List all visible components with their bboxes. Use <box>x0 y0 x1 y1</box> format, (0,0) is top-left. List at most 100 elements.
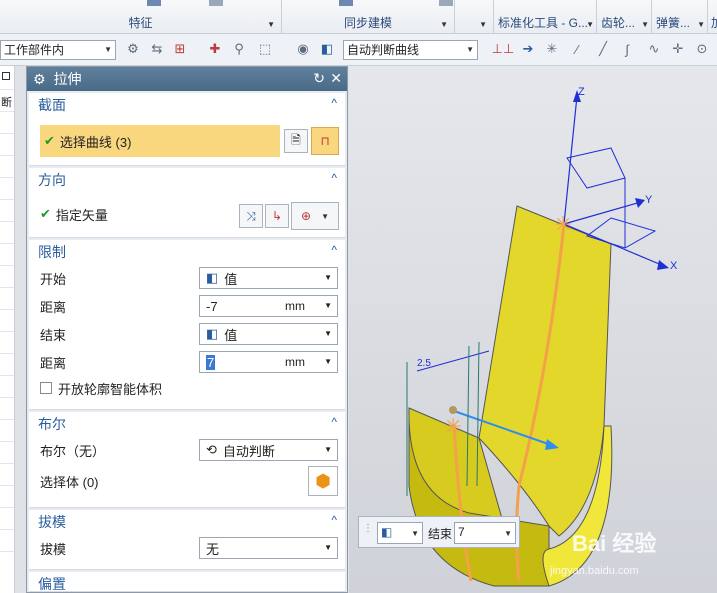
list-item[interactable] <box>0 420 14 442</box>
section-header[interactable]: 截面 ^ <box>29 93 345 117</box>
curve-select-button[interactable]: ⊓ <box>311 127 339 155</box>
collapse-icon[interactable]: ^ <box>331 96 337 110</box>
ribbon-group-standard-tools[interactable]: 标准化工具 - G... ▼ <box>494 0 597 34</box>
collapse-icon[interactable]: ^ <box>331 415 337 429</box>
draft-header[interactable]: 拔模 ^ <box>29 510 345 534</box>
list-item[interactable] <box>0 134 14 156</box>
slash-icon[interactable]: ╱ <box>594 40 612 58</box>
rectangle-select-icon[interactable]: ⬚ <box>256 40 274 58</box>
list-item[interactable] <box>0 178 14 200</box>
spline-icon[interactable]: ∿ <box>645 40 663 58</box>
curve-rule-select[interactable]: 自动判断曲线 ▼ <box>343 40 478 60</box>
ribbon-icon[interactable] <box>439 0 453 6</box>
handle-icon[interactable]: ✳ <box>444 415 462 440</box>
chevron-down-icon[interactable]: ▼ <box>324 357 332 366</box>
list-item[interactable] <box>0 156 14 178</box>
list-item[interactable] <box>0 530 14 552</box>
list-item[interactable] <box>0 354 14 376</box>
point-icon[interactable]: ✚ <box>206 40 224 58</box>
line-icon[interactable]: ∕ <box>568 40 586 58</box>
select-box-icon[interactable]: ⊞ <box>171 40 189 58</box>
chevron-down-icon[interactable]: ▼ <box>586 20 594 29</box>
list-item[interactable] <box>0 464 14 486</box>
open-profile-checkbox[interactable] <box>40 382 52 394</box>
snap-icon[interactable]: ⇆ <box>148 40 166 58</box>
dialog-titlebar[interactable]: ⚙ 拉伸 ↻ ✕ <box>27 67 347 91</box>
list-item[interactable] <box>0 442 14 464</box>
list-item[interactable] <box>0 310 14 332</box>
end-distance-input[interactable]: 7 mm ▼ <box>199 351 338 373</box>
chevron-down-icon[interactable]: ▼ <box>697 20 705 29</box>
chevron-down-icon[interactable]: ▼ <box>324 301 332 310</box>
part-main-face[interactable] <box>478 205 612 537</box>
ribbon-group-features[interactable]: ▼ 特征 <box>0 0 282 34</box>
open-profile-row[interactable]: 开放轮廓智能体积 <box>29 376 345 400</box>
crosshair-icon[interactable]: ✛ <box>669 40 687 58</box>
arrow-right-icon[interactable]: ➔ <box>519 40 537 58</box>
list-item[interactable] <box>0 244 14 266</box>
start-option-select[interactable]: ◧ 值 ▼ <box>199 267 338 289</box>
graphics-viewport[interactable]: ✳ ✳ Z Y X 2.5 <box>349 66 717 593</box>
checkbox-icon[interactable] <box>2 72 10 80</box>
vector-type-dropdown[interactable]: ⊕ ▼ <box>291 202 339 230</box>
ribbon-group-sync-modeling[interactable]: ▼ 同步建模 <box>282 0 455 34</box>
list-item[interactable] <box>0 288 14 310</box>
select-curve-row[interactable]: ✔ 选择曲线 (3) <box>40 125 280 157</box>
color-icon[interactable]: ◉ <box>294 40 312 58</box>
model-canvas[interactable]: ✳ ✳ <box>349 66 717 593</box>
list-item[interactable] <box>0 332 14 354</box>
drag-handle-icon[interactable]: ⋮ <box>363 523 373 534</box>
chevron-down-icon[interactable]: ▼ <box>479 20 487 29</box>
list-item[interactable] <box>0 266 14 288</box>
filter-icon[interactable]: ⚙ <box>124 40 142 58</box>
start-row: 开始 ◧ 值 ▼ <box>29 264 345 292</box>
list-item[interactable] <box>0 486 14 508</box>
collapse-icon[interactable]: ^ <box>331 171 337 185</box>
spin-icon[interactable]: ✳ <box>543 40 561 58</box>
chevron-down-icon[interactable]: ▼ <box>641 20 649 29</box>
end-value-input[interactable]: 7 ▼ <box>454 522 516 544</box>
curve-icon[interactable]: ∫ <box>618 40 636 58</box>
vector-icon: ↳ <box>271 209 283 223</box>
handle-icon[interactable]: ✳ <box>554 213 572 238</box>
ribbon-group-misc[interactable]: ▼ <box>455 0 494 34</box>
assembly-scope-select[interactable]: 工作部件内 ▼ <box>0 40 116 60</box>
sketch-section-button[interactable]: 🗎 <box>284 129 308 153</box>
end-option-select[interactable]: ◧ 值 ▼ <box>199 323 338 345</box>
close-icon[interactable]: ✕ <box>330 70 342 87</box>
gear-icon[interactable]: ⚙ <box>33 71 46 88</box>
ribbon-icon[interactable] <box>147 0 161 6</box>
ribbon-icon[interactable] <box>209 0 223 6</box>
list-item[interactable] <box>0 376 14 398</box>
list-item[interactable] <box>0 222 14 244</box>
offset-header[interactable]: 偏置 <box>29 572 345 592</box>
reset-icon[interactable]: ↻ <box>313 70 325 87</box>
list-item[interactable] <box>0 112 14 134</box>
boolean-header[interactable]: 布尔 ^ <box>29 412 345 436</box>
ribbon-group-gear[interactable]: 齿轮... ▼ <box>597 0 652 34</box>
reverse-direction-button[interactable]: ⤨ <box>239 204 263 228</box>
collapse-icon[interactable]: ^ <box>331 513 337 527</box>
end-type-select[interactable]: ◧ ▼ <box>377 522 423 544</box>
draft-option-select[interactable]: 无 ▼ <box>199 537 338 559</box>
boolean-option-select[interactable]: ⟲ 自动判断 ▼ <box>199 439 338 461</box>
select-body-button[interactable]: ⬢ <box>308 466 338 496</box>
limits-header[interactable]: 限制 ^ <box>29 240 345 264</box>
intersection-icon[interactable]: ⊥⊥ <box>492 40 515 58</box>
y-axis-arrow <box>635 198 645 208</box>
origin-point[interactable] <box>449 406 457 414</box>
list-item[interactable] <box>0 200 14 222</box>
list-item[interactable] <box>0 398 14 420</box>
circle-point-icon[interactable]: ⊙ <box>693 40 711 58</box>
direction-header[interactable]: 方向 ^ <box>29 168 345 192</box>
cube-icon[interactable]: ◧ <box>318 40 336 58</box>
dimension-value[interactable]: 2.5 <box>417 358 431 369</box>
collapse-icon[interactable]: ^ <box>331 243 337 257</box>
vector-dialog-button[interactable]: ↳ <box>265 204 289 228</box>
select-all-icon[interactable]: ⚲ <box>230 40 248 58</box>
ribbon-icon[interactable] <box>339 0 353 6</box>
start-distance-input[interactable]: -7 mm ▼ <box>199 295 338 317</box>
ribbon-group-more[interactable]: 加 <box>708 0 717 34</box>
ribbon-group-spring[interactable]: 弹簧... ▼ <box>652 0 708 34</box>
list-item[interactable] <box>0 508 14 530</box>
